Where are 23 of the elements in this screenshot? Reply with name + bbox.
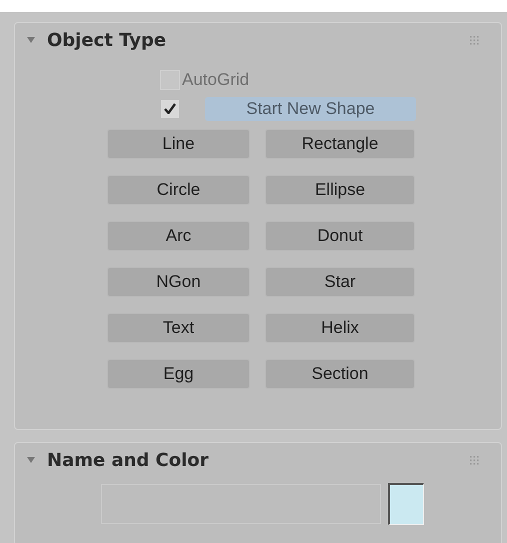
shape-button[interactable]: Line — [107, 128, 250, 158]
shape-button[interactable]: Rectangle — [265, 128, 415, 158]
grip-icon[interactable] — [470, 456, 479, 464]
start-new-shape-button[interactable]: Start New Shape — [205, 96, 416, 120]
collapse-triangle-icon[interactable] — [27, 456, 35, 464]
shape-button[interactable]: Star — [265, 266, 415, 296]
shape-button[interactable]: Ellipse — [265, 174, 415, 204]
collapse-triangle-icon[interactable] — [27, 36, 35, 44]
shape-button[interactable]: Section — [265, 358, 415, 388]
shape-button[interactable]: Circle — [107, 174, 250, 204]
color-swatch[interactable] — [388, 483, 424, 525]
shape-button[interactable]: Helix — [265, 312, 415, 342]
shape-button[interactable]: Text — [107, 312, 250, 342]
grip-icon[interactable] — [470, 36, 479, 44]
shape-button[interactable]: Arc — [107, 220, 250, 250]
rollout-title[interactable]: Object Type — [47, 26, 166, 54]
shape-button[interactable]: NGon — [107, 266, 250, 296]
checkmark-icon — [164, 103, 176, 114]
rollout-title[interactable]: Name and Color — [47, 446, 209, 474]
checkbox[interactable] — [160, 98, 180, 118]
shape-button[interactable]: Donut — [265, 220, 415, 250]
shape-button[interactable]: Egg — [107, 358, 250, 388]
autogrid-label: AutoGrid — [182, 69, 250, 91]
